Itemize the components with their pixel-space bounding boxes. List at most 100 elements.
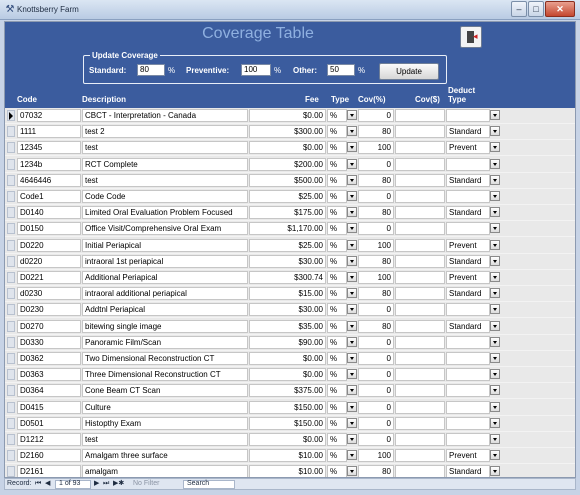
type-dropdown-icon[interactable]: [347, 191, 357, 201]
type-dropdown-icon[interactable]: [347, 158, 357, 169]
deduct-type-select[interactable]: [446, 109, 490, 122]
record-selector[interactable]: [7, 158, 15, 170]
type-dropdown-icon[interactable]: [347, 207, 357, 218]
minimize-button[interactable]: –: [511, 1, 527, 17]
cov-pct-cell[interactable]: 80: [358, 173, 394, 187]
deduct-dropdown-icon[interactable]: [490, 174, 500, 185]
description-cell[interactable]: intraoral 1st periapical: [82, 254, 248, 268]
table-row[interactable]: D0221 Additional Periapical $300.74% 100 Pre…: [5, 270, 575, 286]
cov-dollar-cell[interactable]: [395, 190, 445, 203]
deduct-dropdown-icon[interactable]: [490, 336, 500, 347]
code-cell[interactable]: 12345: [17, 141, 81, 155]
code-cell[interactable]: D0150: [17, 222, 81, 236]
fee-cell[interactable]: $0.00: [249, 109, 326, 122]
deduct-type-select[interactable]: [446, 416, 490, 430]
preventive-input[interactable]: 100: [241, 64, 271, 76]
description-cell[interactable]: intraoral additional periapical: [82, 287, 248, 301]
record-selector[interactable]: [7, 126, 15, 138]
type-dropdown-icon[interactable]: [347, 255, 357, 266]
cov-pct-cell[interactable]: 80: [358, 206, 394, 220]
fee-cell[interactable]: $10.00: [249, 449, 326, 463]
type-select[interactable]: %: [327, 352, 347, 365]
code-cell[interactable]: D1212: [17, 433, 81, 446]
type-dropdown-icon[interactable]: [347, 142, 357, 153]
previous-record-button[interactable]: ◀: [45, 479, 50, 489]
type-select[interactable]: %: [327, 368, 347, 382]
type-select[interactable]: %: [327, 125, 347, 139]
code-cell[interactable]: D0364: [17, 384, 81, 398]
code-cell[interactable]: 1111: [17, 125, 81, 139]
cov-pct-cell[interactable]: 80: [358, 465, 394, 477]
type-dropdown-icon[interactable]: [347, 126, 357, 137]
deduct-dropdown-icon[interactable]: [490, 385, 500, 396]
record-selector[interactable]: [7, 385, 15, 397]
description-cell[interactable]: Office Visit/Comprehensive Oral Exam: [82, 222, 248, 236]
cov-dollar-cell[interactable]: [395, 433, 445, 446]
deduct-dropdown-icon[interactable]: [490, 272, 500, 282]
deduct-type-select[interactable]: Standard: [446, 319, 490, 333]
deduct-dropdown-icon[interactable]: [490, 158, 500, 169]
description-cell[interactable]: test 2: [82, 125, 248, 139]
deduct-type-select[interactable]: [446, 433, 490, 446]
type-dropdown-icon[interactable]: [347, 450, 357, 461]
cov-dollar-cell[interactable]: [395, 141, 445, 155]
cov-pct-cell[interactable]: 80: [358, 287, 394, 301]
type-select[interactable]: %: [327, 335, 347, 349]
record-selector[interactable]: [7, 239, 15, 251]
type-select[interactable]: %: [327, 141, 347, 155]
description-cell[interactable]: test: [82, 173, 248, 187]
cov-pct-cell[interactable]: 80: [358, 125, 394, 139]
cov-dollar-cell[interactable]: [395, 238, 445, 252]
cov-pct-cell[interactable]: 0: [358, 368, 394, 382]
deduct-dropdown-icon[interactable]: [490, 223, 500, 234]
description-cell[interactable]: Code Code: [82, 190, 248, 203]
code-cell[interactable]: d0220: [17, 254, 81, 268]
record-selector[interactable]: [7, 466, 15, 477]
deduct-dropdown-icon[interactable]: [490, 353, 500, 363]
description-cell[interactable]: bitewing single image: [82, 319, 248, 333]
record-selector[interactable]: [7, 417, 15, 429]
cov-dollar-cell[interactable]: [395, 287, 445, 301]
record-selector[interactable]: [7, 110, 15, 121]
type-dropdown-icon[interactable]: [347, 353, 357, 363]
code-cell[interactable]: D0330: [17, 335, 81, 349]
table-row[interactable]: D0362 Two Dimensional Reconstruction CT $0…: [5, 351, 575, 367]
deduct-type-select[interactable]: [446, 222, 490, 236]
cov-dollar-cell[interactable]: [395, 254, 445, 268]
first-record-button[interactable]: ⏮: [35, 479, 41, 489]
cov-pct-cell[interactable]: 0: [358, 222, 394, 236]
fee-cell[interactable]: $300.00: [249, 125, 326, 139]
type-select[interactable]: %: [327, 384, 347, 398]
fee-cell[interactable]: $150.00: [249, 416, 326, 430]
type-dropdown-icon[interactable]: [347, 336, 357, 347]
table-row[interactable]: D0270 bitewing single image $35.00% 80 Stand…: [5, 318, 575, 335]
description-cell[interactable]: Amalgam three surface: [82, 449, 248, 463]
type-select[interactable]: %: [327, 222, 347, 236]
code-cell[interactable]: D2160: [17, 449, 81, 463]
type-dropdown-icon[interactable]: [347, 320, 357, 331]
description-cell[interactable]: Initial Periapical: [82, 238, 248, 252]
deduct-dropdown-icon[interactable]: [490, 239, 500, 250]
deduct-type-select[interactable]: Standard: [446, 254, 490, 268]
table-row[interactable]: 1234b RCT Complete $200.00% 0: [5, 156, 575, 173]
type-select[interactable]: %: [327, 254, 347, 268]
record-selector[interactable]: [7, 191, 15, 202]
deduct-dropdown-icon[interactable]: [490, 434, 500, 444]
code-cell[interactable]: D0362: [17, 352, 81, 365]
cov-dollar-cell[interactable]: [395, 157, 445, 171]
type-dropdown-icon[interactable]: [347, 466, 357, 477]
cov-dollar-cell[interactable]: [395, 271, 445, 284]
type-dropdown-icon[interactable]: [347, 417, 357, 428]
cov-dollar-cell[interactable]: [395, 368, 445, 382]
table-row[interactable]: D2161 amalgam $10.00% 80 Standard: [5, 464, 575, 477]
deduct-dropdown-icon[interactable]: [490, 191, 500, 201]
description-cell[interactable]: Three Dimensional Reconstruction CT: [82, 368, 248, 382]
description-cell[interactable]: test: [82, 141, 248, 155]
cov-dollar-cell[interactable]: [395, 109, 445, 122]
deduct-dropdown-icon[interactable]: [490, 417, 500, 428]
deduct-type-select[interactable]: Prevent: [446, 449, 490, 463]
deduct-type-select[interactable]: Prevent: [446, 238, 490, 252]
code-cell[interactable]: 1234b: [17, 157, 81, 171]
fee-cell[interactable]: $0.00: [249, 141, 326, 155]
record-selector[interactable]: [7, 336, 15, 348]
